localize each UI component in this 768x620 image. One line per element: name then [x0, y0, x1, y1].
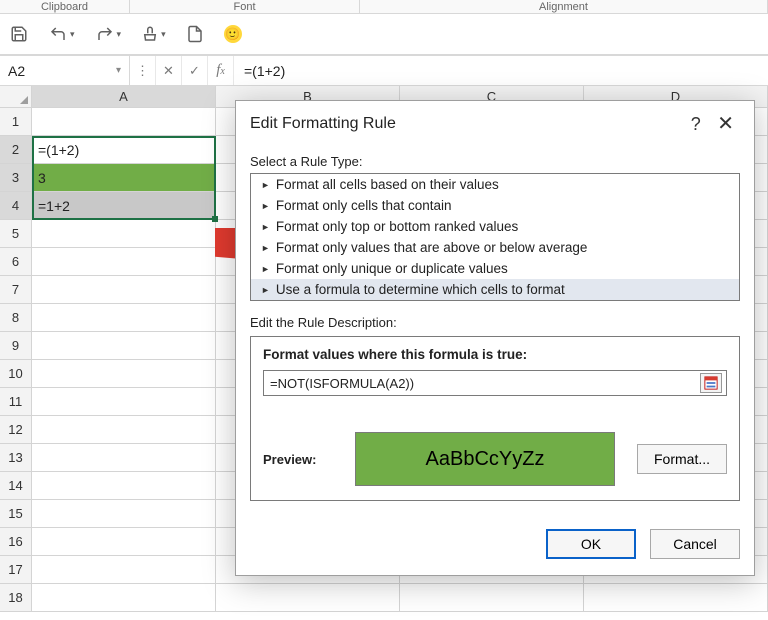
- cell[interactable]: =(1+2): [32, 136, 216, 164]
- cell[interactable]: =1+2: [32, 192, 216, 220]
- name-box[interactable]: A2 ▾: [0, 56, 130, 85]
- cell[interactable]: [32, 584, 216, 612]
- row-header[interactable]: 7: [0, 276, 32, 304]
- row-header[interactable]: 14: [0, 472, 32, 500]
- fx-icon[interactable]: fx: [208, 56, 234, 85]
- quick-access-toolbar: ▾ ▾ ▾ 🙂: [0, 14, 768, 56]
- cell[interactable]: [32, 108, 216, 136]
- row-header[interactable]: 17: [0, 556, 32, 584]
- cell[interactable]: [32, 388, 216, 416]
- save-icon[interactable]: [10, 25, 28, 43]
- ribbon-group-clipboard: Clipboard: [0, 0, 130, 13]
- cell[interactable]: 3: [32, 164, 216, 192]
- smiley-icon[interactable]: 🙂: [224, 25, 242, 43]
- row-header[interactable]: 16: [0, 528, 32, 556]
- row-header[interactable]: 10: [0, 360, 32, 388]
- new-file-icon[interactable]: [186, 25, 204, 43]
- formula-bar-value: =(1+2): [244, 63, 285, 79]
- ok-button[interactable]: OK: [546, 529, 636, 559]
- cell[interactable]: [400, 584, 584, 612]
- format-button[interactable]: Format...: [637, 444, 727, 474]
- cell[interactable]: [32, 360, 216, 388]
- row-header[interactable]: 3: [0, 164, 32, 192]
- ribbon-group-hints: Clipboard Font Alignment: [0, 0, 768, 14]
- cell[interactable]: [32, 444, 216, 472]
- rule-type-option[interactable]: Format only values that are above or bel…: [251, 237, 739, 258]
- rule-type-option[interactable]: Format all cells based on their values: [251, 174, 739, 195]
- cell[interactable]: [32, 472, 216, 500]
- cell[interactable]: [32, 556, 216, 584]
- name-box-value: A2: [8, 63, 25, 79]
- ribbon-group-alignment: Alignment: [360, 0, 768, 13]
- preview-swatch: AaBbCcYyZz: [355, 432, 615, 486]
- rule-type-option[interactable]: Format only unique or duplicate values: [251, 258, 739, 279]
- row-header[interactable]: 18: [0, 584, 32, 612]
- row-header[interactable]: 15: [0, 500, 32, 528]
- rule-description-label: Edit the Rule Description:: [250, 315, 740, 330]
- rule-type-option[interactable]: Use a formula to determine which cells t…: [251, 279, 739, 300]
- rule-type-list[interactable]: Format all cells based on their valuesFo…: [250, 173, 740, 301]
- row-header[interactable]: 12: [0, 416, 32, 444]
- row-header[interactable]: 2: [0, 136, 32, 164]
- cell[interactable]: [32, 304, 216, 332]
- cancel-button[interactable]: Cancel: [650, 529, 740, 559]
- chevron-down-icon[interactable]: ▾: [116, 65, 121, 76]
- redo-icon[interactable]: ▾: [95, 25, 122, 43]
- rule-type-label: Select a Rule Type:: [250, 154, 740, 169]
- ribbon-group-font: Font: [130, 0, 360, 13]
- row-header[interactable]: 11: [0, 388, 32, 416]
- cell[interactable]: [32, 416, 216, 444]
- rule-type-option[interactable]: Format only cells that contain: [251, 195, 739, 216]
- rule-description-box: Format values where this formula is true…: [250, 336, 740, 501]
- touch-mode-icon[interactable]: ▾: [141, 25, 166, 43]
- dialog-title: Edit Formatting Rule: [250, 115, 396, 133]
- function-menu-icon[interactable]: ⋮: [130, 56, 156, 85]
- range-picker-icon[interactable]: [700, 373, 722, 393]
- preview-label: Preview:: [263, 452, 333, 467]
- close-icon[interactable]: ✕: [711, 113, 740, 135]
- row-header[interactable]: 6: [0, 248, 32, 276]
- undo-icon[interactable]: ▾: [48, 25, 75, 43]
- formula-true-label: Format values where this formula is true…: [263, 347, 727, 362]
- confirm-edit-icon[interactable]: ✓: [182, 56, 208, 85]
- preview-sample-text: AaBbCcYyZz: [426, 448, 545, 471]
- formula-bar-row: A2 ▾ ⋮ ✕ ✓ fx =(1+2): [0, 56, 768, 86]
- select-all-triangle[interactable]: [0, 86, 32, 108]
- column-header-A[interactable]: A: [32, 86, 216, 108]
- cell[interactable]: [32, 248, 216, 276]
- cell[interactable]: [32, 500, 216, 528]
- edit-formatting-rule-dialog: Edit Formatting Rule ? ✕ Select a Rule T…: [235, 100, 755, 576]
- cell[interactable]: [32, 528, 216, 556]
- row-header[interactable]: 1: [0, 108, 32, 136]
- rule-type-option[interactable]: Format only top or bottom ranked values: [251, 216, 739, 237]
- formula-bar-input[interactable]: =(1+2): [234, 56, 768, 85]
- cancel-edit-icon[interactable]: ✕: [156, 56, 182, 85]
- cell[interactable]: [32, 276, 216, 304]
- row-header[interactable]: 13: [0, 444, 32, 472]
- row-header[interactable]: 8: [0, 304, 32, 332]
- cell[interactable]: [216, 584, 400, 612]
- row-header[interactable]: 9: [0, 332, 32, 360]
- row-header[interactable]: 4: [0, 192, 32, 220]
- row-header[interactable]: 5: [0, 220, 32, 248]
- cell[interactable]: [32, 332, 216, 360]
- cell[interactable]: [32, 220, 216, 248]
- cell[interactable]: [584, 584, 768, 612]
- formula-input[interactable]: =NOT(ISFORMULA(A2)): [263, 370, 727, 396]
- help-icon[interactable]: ?: [685, 114, 707, 134]
- formula-input-value: =NOT(ISFORMULA(A2)): [270, 376, 414, 391]
